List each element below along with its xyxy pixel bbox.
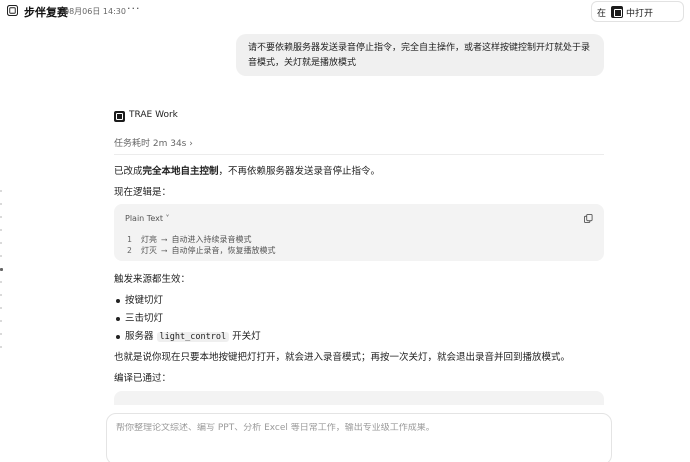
intro-prefix: 已改成 [114,166,143,177]
gutter-dot [0,320,2,322]
gutter-dot [0,229,2,231]
intro-bold: 完全本地自主控制 [142,166,219,177]
list-item: 三击切灯 [116,310,163,324]
composer-input[interactable] [116,423,596,433]
intro-suffix: ，不再依赖服务器发送录音停止指令。 [218,166,381,177]
response-intro: 已改成完全本地自主控制，不再依赖服务器发送录音停止指令。 [114,163,380,177]
code-block: Plain Text ˅ 1 灯亮 ⟶ 自动进入持续录音模式 2 灯灭 ⟶ 自动停止… [114,204,604,261]
gutter-dot [0,190,2,192]
gutter-dot [0,281,2,283]
list-item: 服务器 light_control 开关灯 [116,328,261,342]
copy-icon[interactable] [584,214,593,223]
gutter-dot [0,203,2,205]
conversation-timestamp: 08月06日 14:30 [64,7,126,16]
top-bar: 步伴复赛 08月06日 14:30 ··· 在 中打开 [0,0,690,24]
more-options-button[interactable]: ··· [127,2,141,15]
bullet-text: 开关灯 [232,331,261,342]
gutter-dot [0,307,2,309]
code-text: 灯亮 ⟶ 自动进入持续录音模式 [141,235,252,244]
user-message-bubble: 请不要依赖服务器发送录音停止指令，完全自主操作，或者这样按键控制开灯就处于录音模… [236,34,604,76]
line-number: 1 [127,235,132,244]
trae-work-logo-icon [114,111,125,122]
gutter-dot [0,255,2,257]
bullet-dot [116,298,120,303]
code-language-selector[interactable]: Plain Text ˅ [125,214,170,223]
gutter-dot-active[interactable] [0,268,3,271]
bullet-dot [116,316,120,321]
gutter-dot [0,216,2,218]
list-item: 按键切灯 [116,292,163,306]
code-text: 灯灭 ⟶ 自动停止录音，恢复播放模式 [141,246,276,255]
bullet-text: 服务器 [125,331,154,342]
code-line: 2 灯灭 ⟶ 自动停止录音，恢复播放模式 [127,245,275,256]
agent-name: TRAE Work [129,110,178,120]
code-line: 1 灯亮 ⟶ 自动进入持续录音模式 [127,234,251,245]
bullet-text: 三击切灯 [125,313,164,324]
trae-icon [611,6,623,18]
inline-code: light_control [156,332,230,342]
task-duration-toggle[interactable]: 任务耗时 2m 34s › [114,136,193,149]
bullet-dot [116,334,120,339]
open-in-label: 中打开 [626,9,654,19]
divider [114,154,604,155]
logic-heading: 现在逻辑是： [114,187,172,198]
open-in-trae-button[interactable]: 在 中打开 [591,1,684,22]
gutter-dot [0,346,2,348]
gutter-dot [0,294,2,296]
code-block-partial [114,391,604,405]
app-logo-icon [7,5,18,16]
compile-status: 编译已通过： [114,373,172,384]
message-composer[interactable] [106,413,612,462]
bullet-text: 按键切灯 [125,295,164,306]
response-summary: 也就是说你现在只要本地按键把灯打开，就会进入录音模式；再按一次关灯，就会退出录音… [114,352,571,363]
gutter-dot [0,333,2,335]
conversation-title[interactable]: 步伴复赛 [24,4,68,20]
triggers-heading: 触发来源都生效： [114,274,191,285]
open-in-prefix: 在 [597,9,607,19]
line-number: 2 [127,246,132,255]
gutter-dot [0,242,2,244]
